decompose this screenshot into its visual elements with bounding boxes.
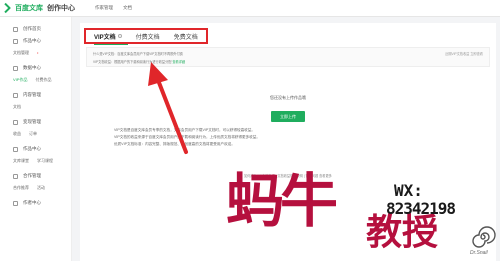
watermark-wx-label: WX: [394,181,423,200]
watermark: 蚂牛 教授 WX: 82342198 Dr.Snail [224,158,500,261]
watermark-logo-text: 教授 [366,211,439,253]
watermark-signature: Dr.Snail [470,250,488,256]
snail-shell-icon [472,226,496,248]
watermark-logo-text: 蚂牛 [226,167,338,235]
watermark-number: 82342198 [386,199,456,218]
